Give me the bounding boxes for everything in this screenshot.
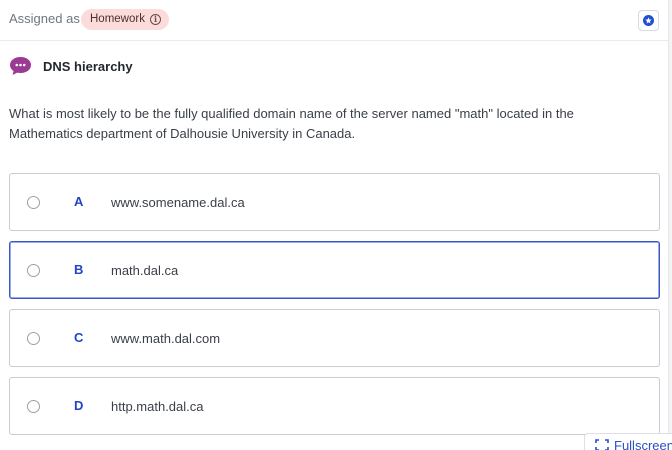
option-c-text: www.math.dal.com xyxy=(111,331,221,346)
badge-label: Homework xyxy=(90,13,145,25)
question-text: What is most likely to be the fully qual… xyxy=(9,106,574,141)
option-b[interactable]: B math.dal.ca xyxy=(9,241,660,299)
option-c[interactable]: C www.math.dal.com xyxy=(9,309,660,367)
bookmark-button[interactable] xyxy=(638,10,659,31)
homework-badge[interactable]: Homework i xyxy=(81,9,169,30)
fullscreen-label: Fullscreen xyxy=(614,437,672,450)
option-c-letter: C xyxy=(74,330,84,345)
expand-corners-icon xyxy=(595,439,609,450)
chat-bubble-icon xyxy=(9,56,32,76)
assigned-as-label: Assigned as xyxy=(9,11,80,26)
question-title: DNS hierarchy xyxy=(43,59,133,74)
option-d-text: http.math.dal.ca xyxy=(111,399,204,414)
option-b-radio[interactable] xyxy=(27,264,40,277)
fullscreen-button[interactable]: Fullscreen xyxy=(584,433,672,450)
quiz-page: Assigned as Homework i DNS hierarchy Wha… xyxy=(0,0,672,450)
info-icon[interactable]: i xyxy=(149,14,161,25)
option-d[interactable]: D http.math.dal.ca xyxy=(9,377,660,435)
scrollbar-track[interactable] xyxy=(668,0,672,450)
option-a[interactable]: A www.somename.dal.ca xyxy=(9,173,660,231)
option-b-text: math.dal.ca xyxy=(111,263,179,278)
option-a-text: www.somename.dal.ca xyxy=(111,195,245,210)
option-a-letter: A xyxy=(74,194,84,209)
option-b-letter: B xyxy=(74,262,84,277)
star-icon xyxy=(643,15,654,26)
option-c-radio[interactable] xyxy=(27,332,40,345)
option-d-radio[interactable] xyxy=(27,400,40,413)
option-a-radio[interactable] xyxy=(27,196,40,209)
option-d-letter: D xyxy=(74,398,84,413)
assignment-bar: Assigned as Homework i xyxy=(0,0,672,41)
